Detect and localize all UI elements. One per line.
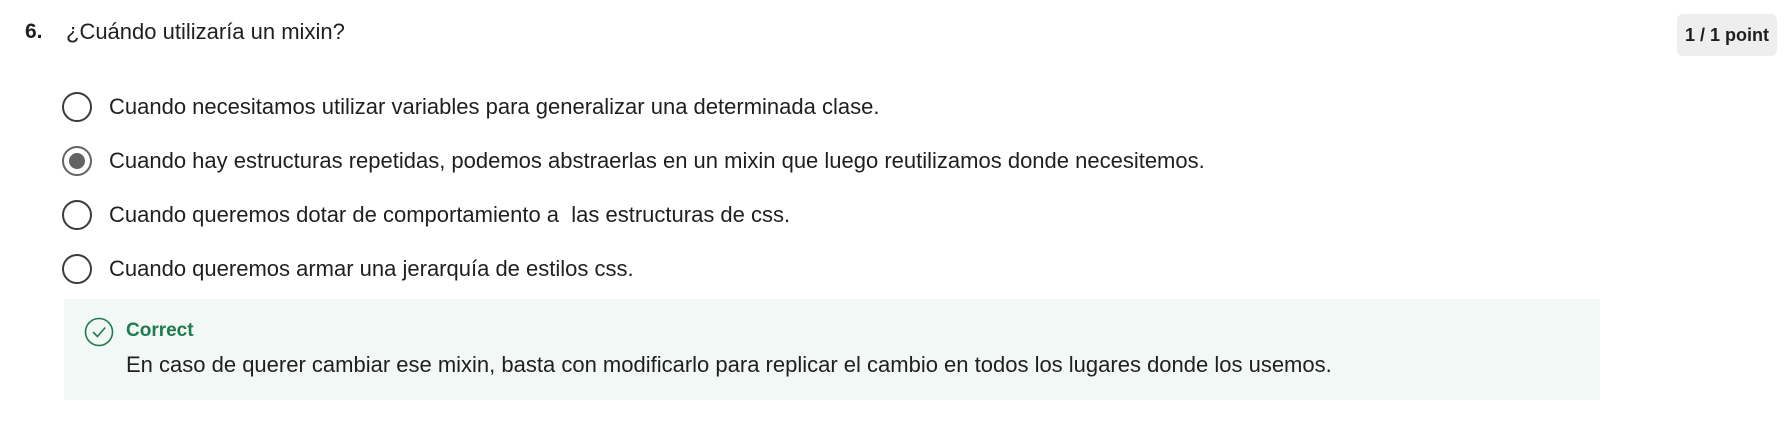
quiz-question: 6. ¿Cuándo utilizaría un mixin? 1 / 1 po…	[0, 0, 1784, 434]
answer-options: Cuando necesitamos utilizar variables pa…	[62, 80, 1562, 296]
answer-option-label: Cuando queremos armar una jerarquía de e…	[109, 256, 634, 281]
radio-button[interactable]	[62, 200, 92, 230]
radio-button[interactable]	[62, 146, 92, 176]
answer-option-2[interactable]: Cuando hay estructuras repetidas, podemo…	[62, 134, 1562, 188]
answer-option-label: Cuando queremos dotar de comportamiento …	[109, 202, 791, 227]
feedback-status: Correct	[126, 320, 194, 341]
answer-option-1[interactable]: Cuando necesitamos utilizar variables pa…	[62, 80, 1562, 134]
radio-button[interactable]	[62, 254, 92, 284]
check-circle-icon	[84, 317, 114, 347]
feedback-message: En caso de querer cambiar ese mixin, bas…	[126, 352, 1332, 377]
answer-option-4[interactable]: Cuando queremos armar una jerarquía de e…	[62, 242, 1562, 296]
answer-option-label: Cuando hay estructuras repetidas, podemo…	[109, 148, 1205, 173]
question-number: 6.	[25, 20, 43, 43]
feedback-panel: Correct En caso de querer cambiar ese mi…	[64, 299, 1600, 400]
radio-dot	[69, 153, 85, 169]
question-text: ¿Cuándo utilizaría un mixin?	[66, 19, 345, 44]
points-badge: 1 / 1 point	[1677, 14, 1777, 56]
answer-option-3[interactable]: Cuando queremos dotar de comportamiento …	[62, 188, 1562, 242]
answer-option-label: Cuando necesitamos utilizar variables pa…	[109, 94, 880, 119]
radio-button[interactable]	[62, 92, 92, 122]
